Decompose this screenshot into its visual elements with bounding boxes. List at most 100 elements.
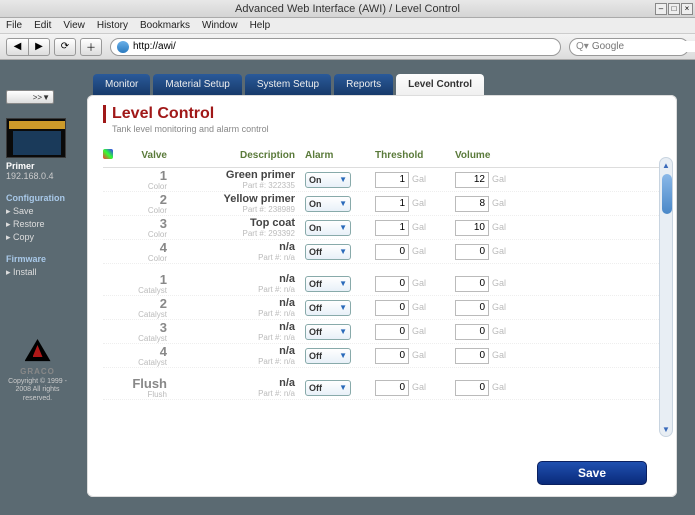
url-bar[interactable]	[110, 38, 561, 56]
page-title: Level Control	[103, 105, 663, 123]
alarm-select[interactable]: Off▼	[305, 324, 351, 340]
unit-label: Gal	[412, 326, 426, 336]
alarm-select[interactable]: Off▼	[305, 276, 351, 292]
table-row: FlushFlushn/aPart #: n/aOff▼GalGal	[103, 376, 663, 400]
scroll-thumb[interactable]	[662, 174, 672, 214]
search-bar[interactable]: Q▾	[569, 38, 689, 56]
forward-button[interactable]: ▶	[28, 38, 50, 56]
table-row: 1ColorGreen primerPart #: 322335On▼GalGa…	[103, 168, 663, 192]
part-number: Part #: 293392	[177, 229, 295, 238]
alarm-select[interactable]: On▼	[305, 172, 351, 188]
chevron-down-icon: ▼	[339, 327, 347, 336]
volume-input[interactable]	[455, 324, 489, 340]
tab-level-control[interactable]: Level Control	[396, 74, 484, 95]
volume-input[interactable]	[455, 244, 489, 260]
menu-bar: File Edit View History Bookmarks Window Help	[0, 18, 695, 34]
sidebar-item-install[interactable]: ▸ Install	[6, 266, 69, 279]
description: Green primer	[177, 170, 295, 181]
threshold-input[interactable]	[375, 244, 409, 260]
threshold-input[interactable]	[375, 196, 409, 212]
scroll-down-icon[interactable]: ▼	[660, 422, 672, 436]
table-header: Valve Description Alarm Threshold Volume	[103, 144, 663, 168]
search-input[interactable]	[592, 41, 695, 52]
threshold-input[interactable]	[375, 300, 409, 316]
valve-label: Color	[119, 254, 167, 263]
threshold-input[interactable]	[375, 324, 409, 340]
alarm-select[interactable]: Off▼	[305, 244, 351, 260]
alarm-select[interactable]: On▼	[305, 220, 351, 236]
menu-bookmarks[interactable]: Bookmarks	[140, 20, 190, 31]
volume-input[interactable]	[455, 220, 489, 236]
chevron-down-icon: ▼	[339, 247, 347, 256]
volume-input[interactable]	[455, 276, 489, 292]
description: Yellow primer	[177, 194, 295, 205]
col-volume: Volume	[455, 150, 535, 161]
description: n/a	[177, 298, 295, 309]
part-number: Part #: n/a	[177, 309, 295, 318]
save-button[interactable]: Save	[537, 461, 647, 485]
maximize-icon[interactable]: □	[668, 3, 680, 15]
tab-material-setup[interactable]: Material Setup	[153, 74, 241, 95]
sidebar-item-restore[interactable]: ▸ Restore	[6, 218, 69, 231]
unit-label: Gal	[412, 302, 426, 312]
alarm-select[interactable]: On▼	[305, 196, 351, 212]
chevron-down-icon: ▼	[339, 279, 347, 288]
unit-label: Gal	[492, 222, 506, 232]
part-number: Part #: 322335	[177, 181, 295, 190]
close-icon[interactable]: ×	[681, 3, 693, 15]
device-thumbnail[interactable]	[6, 118, 66, 158]
volume-input[interactable]	[455, 172, 489, 188]
unit-label: Gal	[412, 382, 426, 392]
sidebar-item-copy[interactable]: ▸ Copy	[6, 231, 69, 244]
back-button[interactable]: ◀	[6, 38, 28, 56]
volume-input[interactable]	[455, 348, 489, 364]
threshold-input[interactable]	[375, 380, 409, 396]
menu-window[interactable]: Window	[202, 20, 238, 31]
device-ip: 192.168.0.4	[6, 171, 69, 181]
scroll-up-icon[interactable]: ▲	[660, 158, 672, 172]
col-description: Description	[177, 150, 305, 161]
chevron-down-icon: ▼	[339, 351, 347, 360]
menu-help[interactable]: Help	[250, 20, 271, 31]
unit-label: Gal	[492, 198, 506, 208]
url-input[interactable]	[133, 41, 554, 52]
part-number: Part #: n/a	[177, 285, 295, 294]
minimize-icon[interactable]: –	[655, 3, 667, 15]
search-engine-icon[interactable]: Q▾	[576, 41, 589, 52]
tab-reports[interactable]: Reports	[334, 74, 393, 95]
part-number: Part #: n/a	[177, 357, 295, 366]
unit-label: Gal	[412, 350, 426, 360]
threshold-input[interactable]	[375, 220, 409, 236]
tab-system-setup[interactable]: System Setup	[245, 74, 331, 95]
unit-label: Gal	[412, 198, 426, 208]
alarm-select[interactable]: Off▼	[305, 380, 351, 396]
valve-label: Flush	[119, 390, 167, 399]
tab-monitor[interactable]: Monitor	[93, 74, 150, 95]
alarm-select[interactable]: Off▼	[305, 300, 351, 316]
volume-input[interactable]	[455, 300, 489, 316]
valve-number: 4	[119, 241, 167, 254]
menu-file[interactable]: File	[6, 20, 22, 31]
menu-history[interactable]: History	[97, 20, 128, 31]
threshold-input[interactable]	[375, 172, 409, 188]
volume-input[interactable]	[455, 380, 489, 396]
threshold-input[interactable]	[375, 276, 409, 292]
volume-input[interactable]	[455, 196, 489, 212]
device-name: Primer	[6, 161, 69, 171]
valve-number: Flush	[119, 377, 167, 390]
sidebar-item-save[interactable]: ▸ Save	[6, 205, 69, 218]
table-row: 1Catalystn/aPart #: n/aOff▼GalGal	[103, 272, 663, 296]
part-number: Part #: 238989	[177, 205, 295, 214]
valve-label: Catalyst	[119, 334, 167, 343]
part-number: Part #: n/a	[177, 389, 295, 398]
sidebar-dropdown[interactable]: >> ▼	[6, 90, 54, 104]
scrollbar[interactable]: ▲ ▼	[659, 157, 673, 437]
description: n/a	[177, 378, 295, 389]
menu-view[interactable]: View	[63, 20, 85, 31]
reload-button[interactable]: ⟳	[54, 38, 76, 56]
add-button[interactable]: ＋	[80, 38, 102, 56]
alarm-select[interactable]: Off▼	[305, 348, 351, 364]
menu-edit[interactable]: Edit	[34, 20, 51, 31]
threshold-input[interactable]	[375, 348, 409, 364]
unit-label: Gal	[412, 174, 426, 184]
